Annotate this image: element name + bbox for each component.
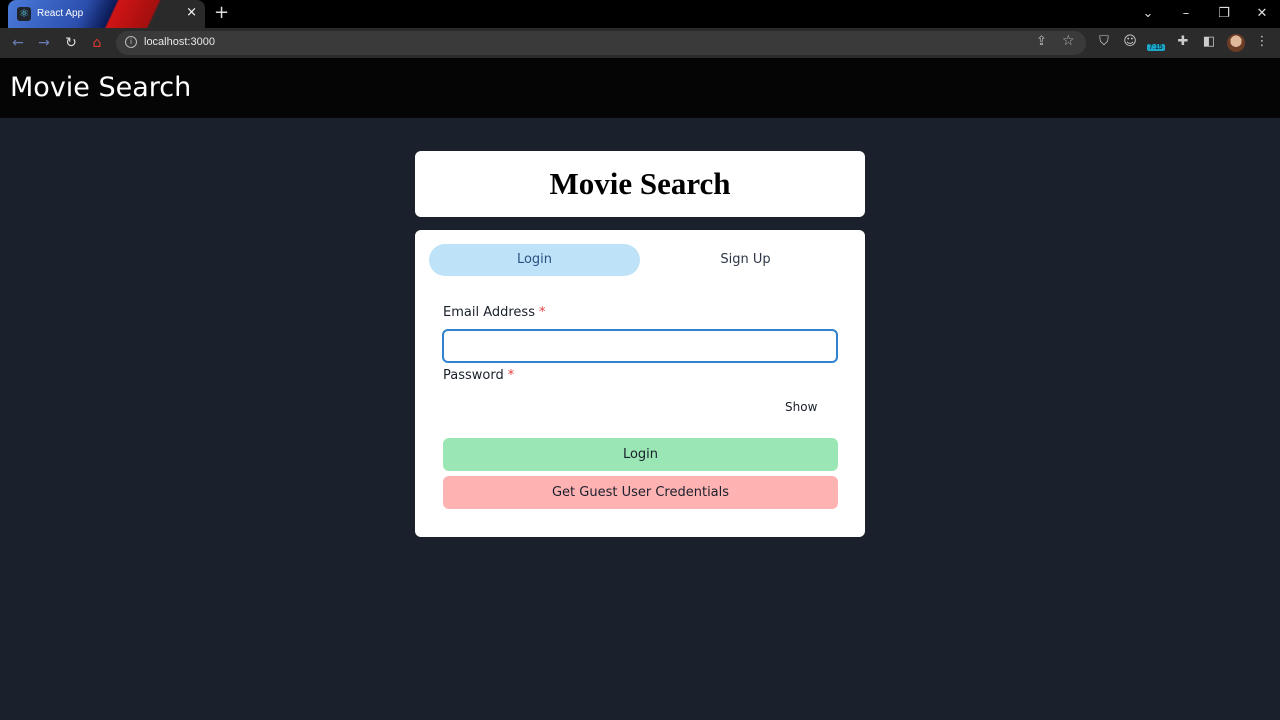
puzzle-icon[interactable]: ✚: [1175, 34, 1191, 50]
reload-icon[interactable]: ↻: [61, 33, 81, 53]
email-label: Email Address *: [443, 305, 545, 320]
close-window-icon[interactable]: ✕: [1247, 4, 1277, 24]
menu-icon[interactable]: ⋮: [1254, 34, 1270, 50]
extension-badge[interactable]: 7:15: [1147, 44, 1165, 51]
tab-close-icon[interactable]: ×: [186, 6, 197, 20]
browser-toolbar: ← → ↻ ⌂ i localhost:3000 ⇪ ☆ ⛉ ☺ 7:15 ✚ …: [0, 28, 1280, 58]
side-panel-icon[interactable]: ◧: [1201, 34, 1217, 50]
minimize-icon[interactable]: –: [1171, 4, 1201, 24]
brave-shield-icon[interactable]: ⛉: [1096, 34, 1112, 50]
address-bar[interactable]: i localhost:3000 ⇪ ☆: [116, 31, 1086, 55]
email-field[interactable]: [442, 329, 838, 363]
email-label-text: Email Address: [443, 305, 535, 320]
browser-tab[interactable]: ⚛ React App ×: [8, 0, 205, 28]
tab-login[interactable]: Login: [429, 244, 640, 276]
tab-sign-up[interactable]: Sign Up: [640, 244, 851, 276]
restore-icon[interactable]: ❐: [1209, 4, 1239, 24]
tab-title: React App: [37, 8, 84, 19]
app-title: Movie Search: [10, 72, 192, 103]
password-label: Password *: [443, 368, 514, 383]
profile-avatar[interactable]: [1227, 34, 1245, 52]
guest-credentials-button[interactable]: Get Guest User Credentials: [443, 476, 838, 509]
forward-icon[interactable]: →: [34, 33, 54, 53]
auth-card: Login Sign Up Email Address * Password * S…: [415, 230, 865, 537]
new-tab-icon[interactable]: +: [214, 3, 229, 23]
title-card: Movie Search: [415, 151, 865, 217]
password-label-text: Password: [443, 368, 504, 383]
address-url[interactable]: localhost:3000: [144, 36, 215, 48]
login-button[interactable]: Login: [443, 438, 838, 471]
required-mark: *: [507, 368, 515, 383]
react-icon: ⚛: [17, 7, 31, 21]
tab-search-icon[interactable]: ⌄: [1133, 4, 1163, 24]
card-title: Movie Search: [549, 166, 731, 201]
share-icon[interactable]: ⇪: [1036, 34, 1047, 49]
browser-tabstrip: ⚛ React App × + ⌄ – ❐ ✕: [0, 0, 1280, 28]
back-icon[interactable]: ←: [8, 33, 28, 53]
bookmark-star-icon[interactable]: ☆: [1062, 33, 1075, 49]
home-icon[interactable]: ⌂: [87, 33, 107, 53]
app-header: Movie Search: [0, 58, 1280, 118]
show-password-button[interactable]: Show: [785, 400, 817, 414]
password-field[interactable]: [442, 392, 838, 426]
site-info-icon[interactable]: i: [125, 36, 137, 48]
extension-face-icon[interactable]: ☺: [1122, 34, 1138, 50]
required-mark: *: [538, 305, 546, 320]
